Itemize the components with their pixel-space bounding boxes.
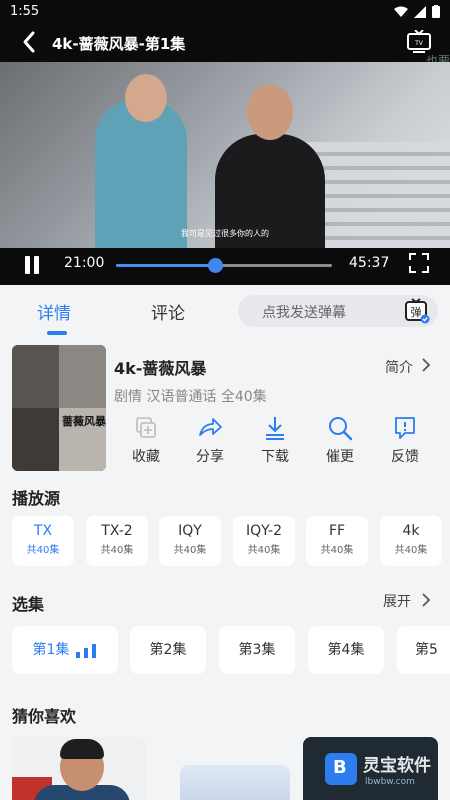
status-time: 1:55 xyxy=(10,4,40,19)
intro-link[interactable]: 简介 xyxy=(385,357,413,377)
urge-update-label: 催更 xyxy=(326,449,354,465)
source-tx[interactable]: TX 共40集 xyxy=(12,516,74,566)
source-count: 共40集 xyxy=(26,545,60,556)
show-title: 4k-蔷薇风暴 xyxy=(114,359,207,378)
player-title: 4k-蔷薇风暴-第1集 xyxy=(52,35,186,53)
urge-update-button[interactable]: 催更 xyxy=(318,415,362,466)
tab-details[interactable]: 详情 xyxy=(37,299,71,324)
chevron-right-icon[interactable] xyxy=(420,357,432,373)
watermark-text: 灵宝软件 xyxy=(363,756,431,776)
current-time: 21:00 xyxy=(64,255,105,271)
watermark-url: lbwbw.com xyxy=(365,777,415,787)
source-count: 共40集 xyxy=(394,545,428,556)
source-iqy-2[interactable]: IQY-2 共40集 xyxy=(233,516,295,566)
playing-bars-icon xyxy=(76,644,97,658)
episode-2[interactable]: 第2集 xyxy=(130,626,206,674)
pause-icon[interactable] xyxy=(22,254,42,276)
recommend-thumb-hair xyxy=(60,739,104,759)
video-scene-head xyxy=(247,84,293,140)
fullscreen-icon[interactable] xyxy=(408,252,430,274)
total-time: 45:37 xyxy=(349,255,390,271)
favorite-icon xyxy=(136,417,156,438)
episode-label: 第4集 xyxy=(327,642,365,658)
favorite-button[interactable]: 收藏 xyxy=(124,415,168,466)
feedback-button[interactable]: 反馈 xyxy=(383,415,427,466)
player-controls: 21:00 45:37 xyxy=(0,248,450,285)
progress-knob[interactable] xyxy=(208,258,224,273)
danmu-placeholder: 点我发送弹幕 xyxy=(262,305,346,321)
recommend-card[interactable] xyxy=(180,765,290,800)
source-count: 共40集 xyxy=(320,545,354,556)
recommend-title: 猜你喜欢 xyxy=(12,707,77,726)
source-4k[interactable]: 4k 共40集 xyxy=(380,516,442,566)
episode-label: 第3集 xyxy=(238,642,276,658)
source-count: 共40集 xyxy=(247,545,281,556)
video-subtitle: 我可是见过很多你的人的 xyxy=(181,229,269,238)
expand-link[interactable]: 展开 xyxy=(383,591,411,611)
episode-3[interactable]: 第3集 xyxy=(219,626,295,674)
episode-5[interactable]: 第5 xyxy=(397,626,450,674)
episode-label: 第1集 xyxy=(32,642,70,658)
recommend-card[interactable]: B 灵宝软件 lbwbw.com xyxy=(303,737,438,800)
signal-icon xyxy=(414,5,426,18)
detail-panel: 详情 评论 点我发送弹幕 弹 蔷薇风暴 4k-蔷薇风暴 简介 剧情 汉语普通话 … xyxy=(0,285,450,800)
svg-text:TV: TV xyxy=(414,40,424,47)
sources-title: 播放源 xyxy=(12,489,61,508)
source-name: TX-2 xyxy=(101,523,133,539)
search-icon xyxy=(329,417,353,441)
danmu-toggle-icon[interactable]: 弹 xyxy=(404,298,430,324)
source-tx-2[interactable]: TX-2 共40集 xyxy=(86,516,148,566)
source-name: 4k xyxy=(402,523,420,539)
share-icon xyxy=(199,418,222,436)
status-icons xyxy=(394,5,440,18)
watermark-logo-letter: B xyxy=(333,757,347,778)
video-frame[interactable]: 我可是见过很多你的人的 xyxy=(0,62,450,248)
poster-panel xyxy=(59,345,106,408)
share-label: 分享 xyxy=(196,449,224,465)
source-iqy[interactable]: IQY 共40集 xyxy=(159,516,221,566)
download-icon xyxy=(266,417,284,440)
source-name: TX xyxy=(33,523,53,539)
poster-panel xyxy=(12,345,59,408)
episode-label: 第5 xyxy=(415,642,438,658)
episode-4[interactable]: 第4集 xyxy=(308,626,384,674)
feedback-label: 反馈 xyxy=(391,449,419,465)
tab-comments[interactable]: 评论 xyxy=(151,299,185,324)
source-name: FF xyxy=(328,523,346,539)
chevron-right-icon[interactable] xyxy=(420,592,432,608)
video-scene-head xyxy=(125,74,167,122)
episode-label: 第2集 xyxy=(149,642,187,658)
progress-slider[interactable] xyxy=(116,258,332,273)
source-count: 共40集 xyxy=(100,545,134,556)
player-title-bar: 4k-蔷薇风暴-第1集 TV 也要 着 xyxy=(0,24,450,90)
show-meta: 剧情 汉语普通话 全40集 xyxy=(114,389,267,405)
source-count: 共40集 xyxy=(173,545,207,556)
svg-text:弹: 弹 xyxy=(411,305,422,319)
download-button[interactable]: 下载 xyxy=(253,415,297,466)
battery-icon xyxy=(432,5,440,18)
source-ff[interactable]: FF 共40集 xyxy=(306,516,368,566)
episode-1[interactable]: 第1集 xyxy=(12,626,118,674)
tab-underline xyxy=(47,331,67,335)
danmu-input[interactable]: 点我发送弹幕 弹 xyxy=(238,295,438,327)
feedback-icon xyxy=(395,417,415,439)
poster-panel xyxy=(12,408,59,471)
back-arrow-icon[interactable] xyxy=(16,28,44,56)
share-button[interactable]: 分享 xyxy=(188,415,232,466)
source-name: IQY xyxy=(178,523,202,539)
poster-logo: 蔷薇风暴 xyxy=(62,415,106,428)
progress-fill xyxy=(116,264,216,267)
source-name: IQY-2 xyxy=(246,523,282,539)
recommend-card[interactable] xyxy=(12,737,146,800)
wifi-icon xyxy=(394,6,408,17)
favorite-label: 收藏 xyxy=(132,449,160,465)
video-scene-person xyxy=(95,100,187,248)
video-player[interactable]: 1:55 4k-蔷薇风暴-第1集 TV 也要 着 我可是见过很多你的人的 21:… xyxy=(0,0,450,285)
episodes-title: 选集 xyxy=(12,595,45,614)
show-poster[interactable]: 蔷薇风暴 xyxy=(12,345,106,471)
status-bar: 1:55 xyxy=(0,0,450,24)
download-label: 下载 xyxy=(261,449,289,465)
